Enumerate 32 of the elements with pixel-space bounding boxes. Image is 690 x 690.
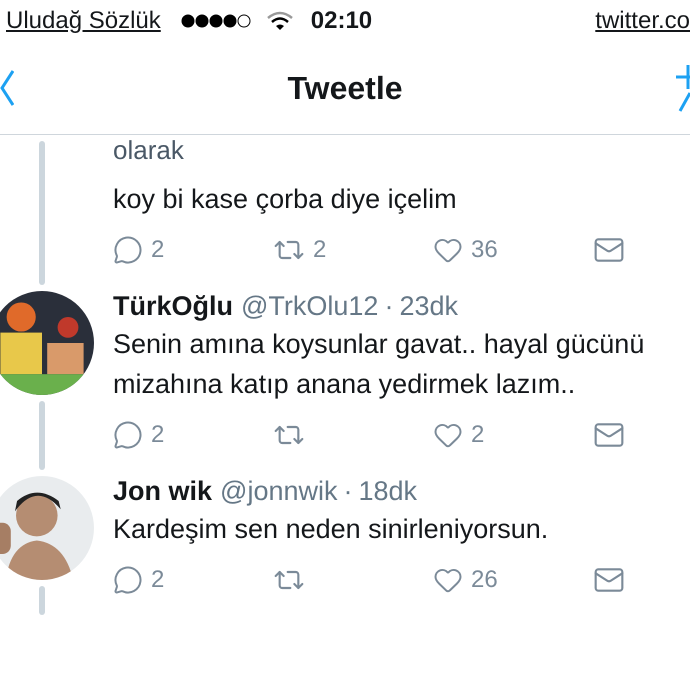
- tweet-text: Kardeşim sen neden sinirleniyorsun.: [113, 513, 550, 546]
- thread-line: [39, 586, 45, 615]
- reply-icon: [113, 235, 143, 265]
- reply-button[interactable]: 2: [113, 565, 273, 595]
- clock-time: 02:10: [310, 7, 372, 35]
- user-name[interactable]: Jon wik: [113, 476, 212, 507]
- separator-dot: ·: [384, 291, 394, 322]
- reply-button[interactable]: 2: [113, 420, 273, 450]
- tweet-time: 18dk: [358, 476, 418, 507]
- wifi-icon: [266, 11, 293, 31]
- reply-button[interactable]: 2: [113, 235, 273, 265]
- url-link[interactable]: twitter.co: [595, 7, 690, 35]
- user-handle[interactable]: @jonnwik: [220, 476, 338, 507]
- reply-context: olarak: [113, 135, 185, 165]
- reply-icon: [113, 420, 143, 450]
- tweet-text: Senin amına koysunlar gavat.. hayal gücünü mizahına katıp anana yedirmek lazım..: [113, 328, 646, 401]
- compose-icon[interactable]: [676, 63, 690, 113]
- tweet-text: koy bi kase çorba diye içelim: [113, 183, 458, 216]
- retweet-button[interactable]: 2: [273, 234, 433, 266]
- reply-icon: [113, 565, 143, 595]
- user-handle[interactable]: @TrkOlu12: [241, 291, 378, 322]
- like-button[interactable]: 26: [433, 565, 593, 595]
- user-name[interactable]: TürkOğlu: [113, 291, 233, 322]
- like-button[interactable]: 2: [433, 420, 593, 450]
- page-title: Tweetle: [288, 70, 402, 106]
- like-button[interactable]: 36: [433, 235, 593, 265]
- back-icon[interactable]: [0, 69, 14, 107]
- tweet-time: 23dk: [399, 291, 458, 322]
- signal-icon: [180, 14, 251, 28]
- separator-dot: ·: [343, 476, 352, 507]
- thread-line: [39, 401, 45, 470]
- carrier-name[interactable]: Uludağ Sözlük: [6, 7, 161, 35]
